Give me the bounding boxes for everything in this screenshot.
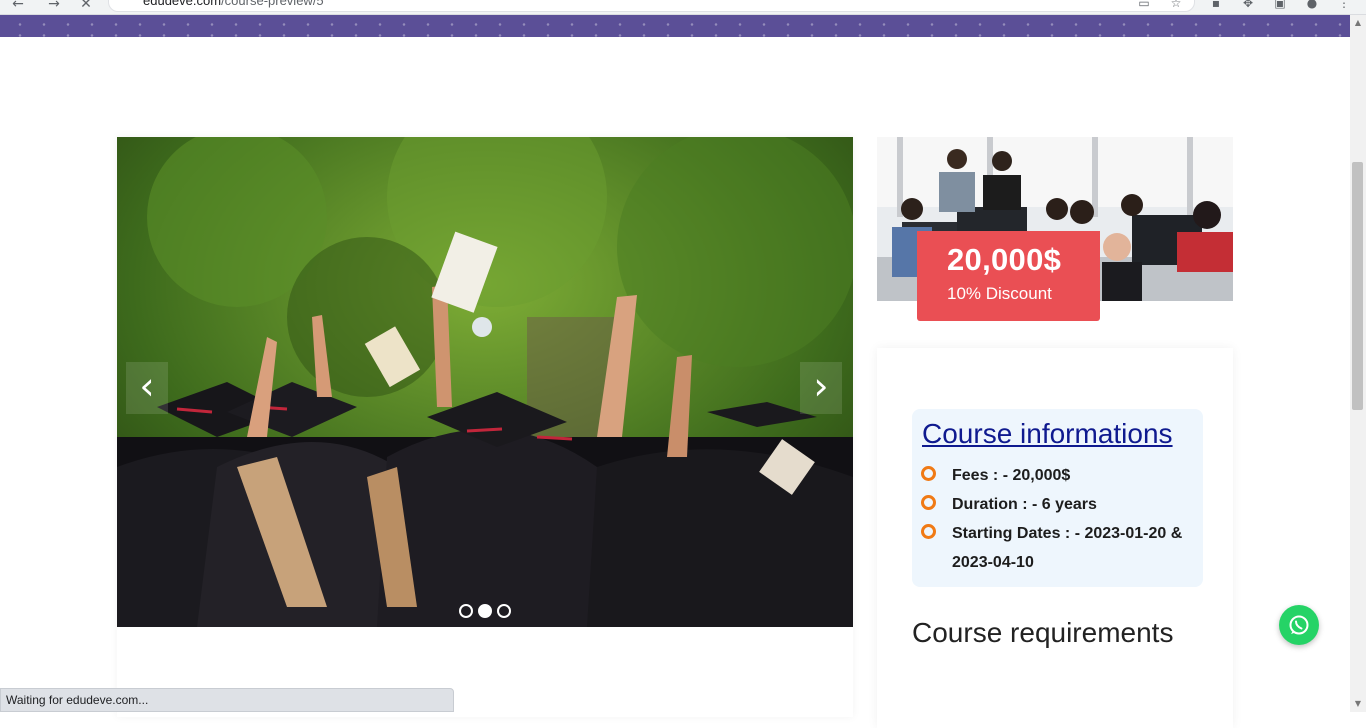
course-requirements-title: Course requirements [912, 617, 1174, 648]
bookmark-star-icon[interactable]: ☆ [1168, 0, 1184, 10]
url-text: edudeve.com/course-preview/5 [143, 0, 324, 8]
page-scrollbar[interactable]: ▲ ▼ [1350, 15, 1366, 712]
profile-avatar-icon[interactable]: ● [1304, 0, 1320, 10]
info-item-duration: Duration : - 6 years [952, 496, 1097, 513]
slider-dot-3[interactable] [497, 604, 511, 618]
back-icon[interactable]: ← [8, 0, 28, 12]
graduation-photo [117, 137, 853, 627]
course-image-slider[interactable] [117, 137, 853, 627]
chevron-left-icon: ‹ [139, 364, 155, 408]
share-icon[interactable]: ▭ [1136, 0, 1152, 10]
course-info-title[interactable]: Course informations [922, 418, 1173, 450]
window-icon[interactable]: ▣ [1272, 0, 1288, 10]
course-price: 20,000$ [947, 242, 1062, 277]
slider-dot-2[interactable] [478, 604, 492, 618]
status-text: Waiting for edudeve.com... [6, 693, 149, 707]
address-bar[interactable]: edudeve.com/course-preview/5 [108, 0, 1195, 12]
whatsapp-button[interactable] [1279, 605, 1319, 645]
menu-icon[interactable]: ⋮ [1336, 0, 1352, 10]
slider-dot-1[interactable] [459, 604, 473, 618]
scrollbar-thumb[interactable] [1352, 162, 1363, 410]
bullet-icon [921, 466, 936, 481]
slider-prev-button[interactable]: ‹ [126, 362, 168, 414]
scroll-down-icon[interactable]: ▼ [1350, 696, 1366, 712]
slider-next-button[interactable]: › [800, 362, 842, 414]
chevron-right-icon: › [813, 364, 829, 408]
discount-label: 10% Discount [947, 284, 1052, 303]
bullet-icon [921, 495, 936, 510]
forward-icon[interactable]: → [44, 0, 64, 12]
info-item-fees: Fees : - 20,000$ [952, 467, 1071, 484]
bullet-icon [921, 524, 936, 539]
browser-status-bar: Waiting for edudeve.com... [0, 688, 454, 712]
price-badge: 20,000$ 10% Discount [917, 231, 1100, 321]
info-item-starting-dates: Starting Dates : - 2023-01-20 & 2023-04-… [952, 525, 1183, 571]
site-header [0, 15, 1350, 37]
stop-icon[interactable]: ✕ [76, 0, 96, 12]
extension-icon[interactable]: ▪ [1208, 0, 1224, 10]
scroll-up-icon[interactable]: ▲ [1350, 15, 1366, 31]
browser-toolbar: ← → ✕ edudeve.com/course-preview/5 ▭ ☆ ▪… [0, 0, 1366, 15]
puzzle-icon[interactable]: ✥ [1240, 0, 1256, 10]
whatsapp-icon [1289, 615, 1309, 635]
